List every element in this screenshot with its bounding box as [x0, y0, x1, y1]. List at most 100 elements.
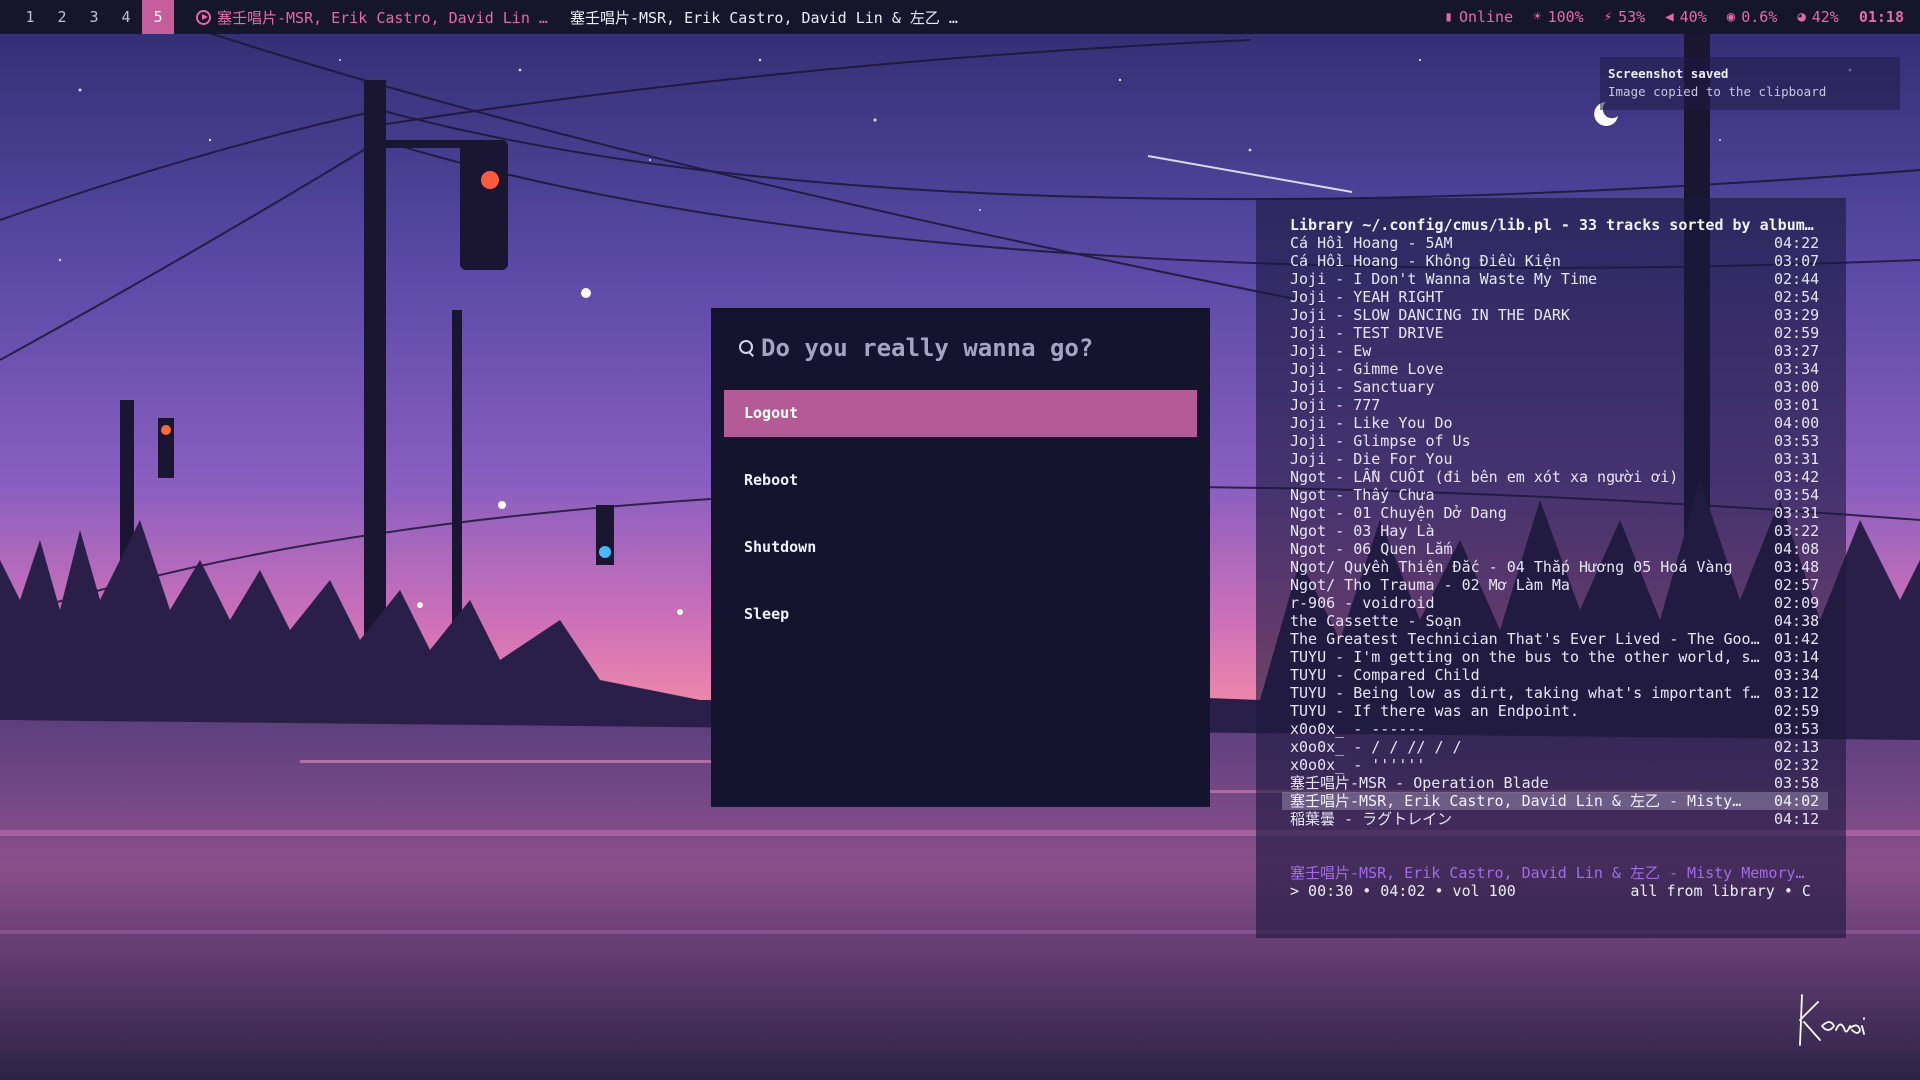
- track-row[interactable]: Ngot - 06 Quen Lắm 04:08: [1282, 540, 1828, 558]
- track-row[interactable]: The Greatest Technician That's Ever Live…: [1282, 630, 1828, 648]
- track-row[interactable]: Joji - Die For You 03:31: [1282, 450, 1828, 468]
- track-title: 稲葉曇 - ラグトレイン: [1290, 810, 1453, 828]
- brightness-indicator[interactable]: ☀ 100%: [1533, 8, 1584, 26]
- notification-body: Image copied to the clipboard: [1608, 84, 1827, 99]
- cmus-terminal-window[interactable]: Library ~/.config/cmus/lib.pl - 33 track…: [1256, 198, 1846, 938]
- track-duration: 01:42: [1774, 630, 1820, 648]
- track-row[interactable]: Joji - Glimpse of Us 03:53: [1282, 432, 1828, 450]
- workspace-2-button[interactable]: 2: [46, 0, 78, 34]
- shutdown-option[interactable]: Shutdown: [724, 524, 1197, 571]
- playback-status-line: > 00:30 • 04:02 • vol 100 all from libra…: [1290, 882, 1820, 900]
- clock[interactable]: 01:18: [1859, 8, 1904, 26]
- track-row[interactable]: Joji - I Don't Wanna Waste My Time 02:44: [1282, 270, 1828, 288]
- track-row[interactable]: Joji - Like You Do 04:00: [1282, 414, 1828, 432]
- track-row[interactable]: Ngot/ Tho Trauma - 02 Mơ Làm Ma 02:57: [1282, 576, 1828, 594]
- notification-popup[interactable]: Screenshot saved Image copied to the cli…: [1600, 57, 1900, 110]
- track-title: TUYU - Compared Child: [1290, 666, 1480, 684]
- track-row[interactable]: Joji - Sanctuary 03:00: [1282, 378, 1828, 396]
- track-title: Ngot - 06 Quen Lắm: [1290, 540, 1453, 558]
- battery-value: 53%: [1618, 8, 1646, 26]
- track-row[interactable]: Ngot - 03 Hay Là 03:22: [1282, 522, 1828, 540]
- workspace-4-button[interactable]: 4: [110, 0, 142, 34]
- track-duration: 03:53: [1774, 720, 1820, 738]
- track-title: Joji - TEST DRIVE: [1290, 324, 1444, 342]
- track-row[interactable]: Joji - Gimme Love 03:34: [1282, 360, 1828, 378]
- track-duration: 03:07: [1774, 252, 1820, 270]
- track-title: Joji - YEAH RIGHT: [1290, 288, 1444, 306]
- track-title: Ngot - 01 Chuyện Dở Dang: [1290, 504, 1507, 522]
- track-title: Joji - Sanctuary: [1290, 378, 1435, 396]
- track-row[interactable]: Cá Hồi Hoang - Không Điều Kiện 03:07: [1282, 252, 1828, 270]
- track-row[interactable]: r-906 - voidroid 02:09: [1282, 594, 1828, 612]
- track-row[interactable]: Ngot - Thấy Chưa 03:54: [1282, 486, 1828, 504]
- track-row[interactable]: Ngot - LẦN CUỐI (đi bên em xót xa người …: [1282, 468, 1828, 486]
- track-row[interactable]: the Cassette - Soạn 04:38: [1282, 612, 1828, 630]
- track-title: Ngot/ Quyền Thiện Đắc - 04 Thắp Hương 05…: [1290, 558, 1733, 576]
- workspace-switcher: 1 2 3 4 5: [0, 0, 174, 34]
- track-duration: 02:32: [1774, 756, 1820, 774]
- reboot-option[interactable]: Reboot: [724, 457, 1197, 504]
- track-row[interactable]: Joji - SLOW DANCING IN THE DARK 03:29: [1282, 306, 1828, 324]
- track-duration: 03:01: [1774, 396, 1820, 414]
- track-row[interactable]: Joji - Ew 03:27: [1282, 342, 1828, 360]
- track-title: Ngot - Thấy Chưa: [1290, 486, 1435, 504]
- volume-indicator[interactable]: ◀ 40%: [1665, 8, 1707, 26]
- network-label: Online: [1458, 8, 1514, 26]
- speaker-icon: ◀: [1665, 9, 1674, 25]
- track-duration: 03:48: [1774, 558, 1820, 576]
- track-row[interactable]: x0o0x_ - ------ 03:53: [1282, 720, 1828, 738]
- track-duration: 03:53: [1774, 432, 1820, 450]
- track-duration: 03:29: [1774, 306, 1820, 324]
- now-playing-line: 塞壬唱片-MSR, Erik Castro, David Lin & 左乙 - …: [1290, 864, 1805, 882]
- network-indicator[interactable]: ▮ Online: [1445, 8, 1514, 26]
- track-row[interactable]: Cá Hồi Hoang - 5AM 04:22: [1282, 234, 1828, 252]
- track-title: r-906 - voidroid: [1290, 594, 1435, 612]
- track-row[interactable]: TUYU - I'm getting on the bus to the oth…: [1282, 648, 1828, 666]
- sleep-option[interactable]: Sleep: [724, 591, 1197, 638]
- track-row[interactable]: TUYU - Compared Child 03:34: [1282, 666, 1828, 684]
- track-row[interactable]: Joji - 777 03:01: [1282, 396, 1828, 414]
- cpu-indicator[interactable]: ◉ 0.6%: [1727, 8, 1778, 26]
- track-row-current[interactable]: 塞壬唱片-MSR, Erik Castro, David Lin & 左乙 - …: [1282, 792, 1828, 810]
- track-duration: 03:34: [1774, 666, 1820, 684]
- top-status-bar: 1 2 3 4 5 塞壬唱片-MSR, Erik Castro, David L…: [0, 0, 1920, 34]
- track-row[interactable]: 塞壬唱片-MSR - Operation Blade 03:58: [1282, 774, 1828, 792]
- track-duration: 02:57: [1774, 576, 1820, 594]
- track-row[interactable]: Joji - TEST DRIVE 02:59: [1282, 324, 1828, 342]
- volume-value: 40%: [1679, 8, 1707, 26]
- track-title: TUYU - If there was an Endpoint.: [1290, 702, 1579, 720]
- workspace-3-button[interactable]: 3: [78, 0, 110, 34]
- search-icon: [739, 340, 755, 356]
- memory-value: 42%: [1811, 8, 1839, 26]
- track-duration: 04:22: [1774, 234, 1820, 252]
- track-title: Joji - SLOW DANCING IN THE DARK: [1290, 306, 1570, 324]
- artist-signature: [1792, 990, 1872, 1054]
- logout-option[interactable]: Logout: [724, 390, 1197, 437]
- media-now-playing[interactable]: 塞壬唱片-MSR, Erik Castro, David Lin …: [196, 7, 548, 28]
- track-row[interactable]: TUYU - If there was an Endpoint. 02:59: [1282, 702, 1828, 720]
- track-duration: 04:00: [1774, 414, 1820, 432]
- cpu-value: 0.6%: [1741, 8, 1778, 26]
- track-title: Joji - Ew: [1290, 342, 1372, 360]
- track-duration: 03:22: [1774, 522, 1820, 540]
- track-title: Ngot - LẦN CUỐI (đi bên em xót xa người …: [1290, 468, 1679, 486]
- track-row[interactable]: Ngot/ Quyền Thiện Đắc - 04 Thắp Hương 05…: [1282, 558, 1828, 576]
- battery-indicator[interactable]: ⚡ 53%: [1604, 8, 1646, 26]
- track-row[interactable]: Joji - YEAH RIGHT 02:54: [1282, 288, 1828, 306]
- track-row[interactable]: x0o0x_ - '''''' 02:32: [1282, 756, 1828, 774]
- track-duration: 04:08: [1774, 540, 1820, 558]
- track-row[interactable]: x0o0x_ - / / // / / 02:13: [1282, 738, 1828, 756]
- power-options-list: Logout Reboot Shutdown Sleep: [724, 390, 1197, 658]
- track-row[interactable]: 稲葉曇 - ラグトレイン 04:12: [1282, 810, 1828, 828]
- prompt-row[interactable]: Do you really wanna go?: [739, 326, 1093, 370]
- track-title: The Greatest Technician That's Ever Live…: [1290, 630, 1760, 648]
- status-indicators: ▮ Online ☀ 100% ⚡ 53% ◀ 40% ◉ 0.6% ◕ 42%…: [1445, 0, 1905, 34]
- memory-indicator[interactable]: ◕ 42%: [1797, 8, 1839, 26]
- track-duration: 04:38: [1774, 612, 1820, 630]
- brightness-value: 100%: [1547, 8, 1584, 26]
- workspace-1-button[interactable]: 1: [14, 0, 46, 34]
- track-row[interactable]: Ngot - 01 Chuyện Dở Dang 03:31: [1282, 504, 1828, 522]
- track-duration: 02:13: [1774, 738, 1820, 756]
- track-row[interactable]: TUYU - Being low as dirt, taking what's …: [1282, 684, 1828, 702]
- workspace-5-button[interactable]: 5: [142, 0, 174, 34]
